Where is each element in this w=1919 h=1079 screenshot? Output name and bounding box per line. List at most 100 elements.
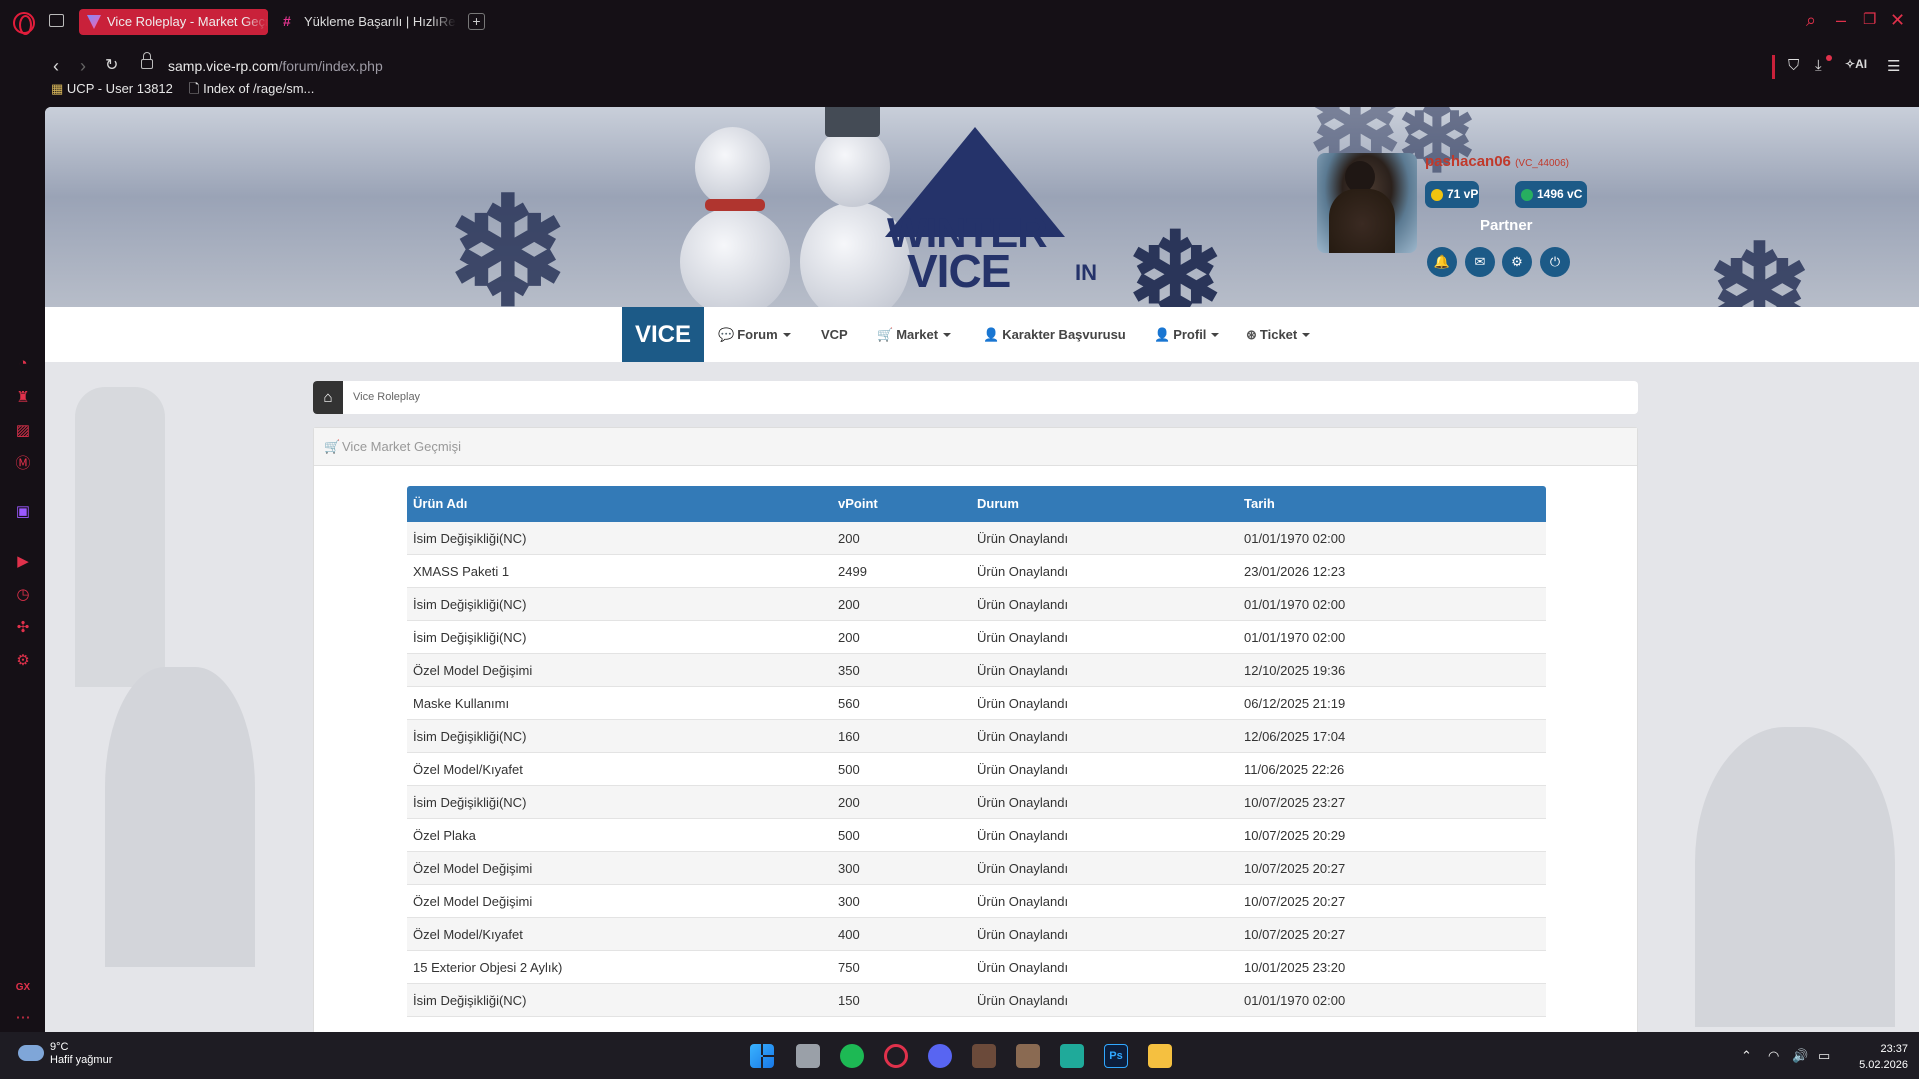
app-icon[interactable] (1060, 1044, 1084, 1068)
weather-widget[interactable]: 9°C Hafif yağmur (50, 1041, 112, 1067)
col-header-product: Ürün Adı (413, 496, 468, 511)
lighthouse-artwork (75, 387, 165, 687)
close-icon[interactable]: ✕ (1890, 10, 1905, 30)
cell-date: 01/01/1970 02:00 (1244, 597, 1346, 612)
download-icon[interactable]: ⤓ (1815, 57, 1822, 74)
opera-logo-icon[interactable] (13, 12, 35, 35)
col-header-date: Tarih (1244, 496, 1275, 511)
back-icon[interactable]: ‹ (53, 55, 59, 77)
username[interactable]: pashacan06 (VC_44006) (1425, 153, 1569, 170)
nav-vcp[interactable]: VCP (821, 307, 848, 362)
new-tab-button[interactable]: + (468, 13, 485, 30)
cell-status: Ürün Onaylandı (977, 630, 1069, 645)
forward-icon[interactable]: › (80, 55, 86, 77)
lock-icon (141, 52, 153, 69)
aria-ai-button[interactable]: ✧AI (1845, 57, 1867, 71)
spotify-icon[interactable] (840, 1044, 864, 1068)
extensions-icon[interactable]: ✣ (13, 618, 33, 638)
url-path: /forum/index.php (278, 58, 383, 74)
table-row: İsim Değişikliği(NC) 150 Ürün Onaylandı 01/… (407, 984, 1546, 1017)
game-app-icon[interactable] (1016, 1044, 1040, 1068)
brand-logo[interactable]: VICE (622, 307, 704, 362)
breadcrumb-link[interactable]: Vice Roleplay (353, 381, 420, 414)
cell-date: 10/07/2025 20:27 (1244, 894, 1346, 909)
nav-market[interactable]: 🛒 Market (877, 307, 952, 362)
cell-product: İsim Değişikliği(NC) (413, 993, 527, 1008)
table-row: İsim Değişikliği(NC) 200 Ürün Onaylandı 10/… (407, 786, 1546, 819)
logout-icon[interactable]: ⏻ (1540, 247, 1570, 277)
messenger-icon[interactable]: Ⓜ (13, 454, 33, 474)
table-row: Özel Model/Kıyafet 500 Ürün Onaylandı 11/06… (407, 753, 1546, 786)
nav-forum[interactable]: 💬 Forum (718, 307, 791, 362)
notifications-bell-icon[interactable]: 🔔 (1427, 247, 1457, 277)
settings-icon[interactable]: ⚙ (13, 651, 33, 671)
twitch-alt-icon[interactable]: ▨ (13, 421, 33, 441)
clock[interactable]: 23:37 5.02.2026 (1844, 1041, 1908, 1073)
workspaces-icon[interactable] (49, 14, 64, 27)
opera-gx-icon[interactable] (884, 1044, 908, 1068)
twitch-icon[interactable]: ▣ (13, 502, 33, 522)
settings-gear-icon[interactable]: ⚙ (1502, 247, 1532, 277)
vp-balance-badge[interactable]: 71 vP (1425, 181, 1479, 208)
wifi-icon[interactable]: ◠ (1768, 1048, 1779, 1064)
messages-envelope-icon[interactable]: ✉ (1465, 247, 1495, 277)
minimize-icon[interactable]: – (1836, 10, 1846, 30)
cell-product: 15 Exterior Objesi 2 Aylık) (413, 960, 563, 975)
tab-vice-roleplay[interactable]: Vice Roleplay - Market Geçmişi (79, 9, 268, 35)
history-icon[interactable]: ◷ (13, 585, 33, 605)
ai-label: AI (1855, 57, 1868, 71)
tab-hizliresim[interactable]: # Yükleme Başarılı | HızlıResim (276, 9, 456, 35)
url-field[interactable]: samp.vice-rp.com/forum/index.php (168, 55, 383, 77)
game-app-icon[interactable] (972, 1044, 996, 1068)
gx-control-icon[interactable]: ◔ (13, 354, 33, 374)
bookmarks-bar: ▦ UCP - User 13812 🗋 Index of /rage/sm..… (0, 81, 600, 97)
weather-cloud-icon[interactable] (18, 1045, 44, 1061)
cart-icon: 🛒 (324, 439, 341, 454)
windows-start-icon[interactable] (750, 1044, 774, 1068)
username-text: pashacan06 (1425, 153, 1511, 170)
home-icon[interactable]: ⌂ (313, 381, 343, 414)
bookmark-index[interactable]: 🗋 Index of /rage/sm... (189, 81, 314, 97)
cell-vpoint: 500 (838, 762, 860, 777)
table-row: Özel Model Değişimi 350 Ürün Onaylandı 12/1… (407, 654, 1546, 687)
cell-product: Maske Kullanımı (413, 696, 510, 711)
reload-icon[interactable]: ↻ (105, 55, 118, 77)
snowman-head (695, 127, 770, 207)
table-row: İsim Değişikliği(NC) 200 Ürün Onaylandı 01/… (407, 588, 1546, 621)
nav-karakter-basvurusu[interactable]: 👤 Karakter Başvurusu (983, 307, 1126, 362)
life-ring-icon: ⊛ (1246, 327, 1257, 342)
nav-ticket[interactable]: ⊛ Ticket (1246, 307, 1311, 362)
cell-vpoint: 200 (838, 531, 860, 546)
cell-status: Ürün Onaylandı (977, 762, 1069, 777)
avatar[interactable] (1317, 153, 1417, 253)
easy-setup-icon[interactable]: ☰ (1887, 57, 1900, 75)
nav-label: Ticket (1259, 327, 1298, 342)
search-tabs-icon[interactable]: ⌕ (1806, 10, 1816, 30)
cell-vpoint: 750 (838, 960, 860, 975)
cell-vpoint: 560 (838, 696, 860, 711)
screen: Vice Roleplay - Market Geçmişi # Yükleme… (0, 0, 1919, 1079)
cell-vpoint: 150 (838, 993, 860, 1008)
more-icon[interactable]: ⋯ (13, 1008, 33, 1028)
gx-corner-icon[interactable]: ♜ (13, 388, 33, 408)
cell-status: Ürün Onaylandı (977, 729, 1069, 744)
discord-icon[interactable] (928, 1044, 952, 1068)
restore-icon[interactable]: ❐ (1863, 10, 1876, 30)
bookmark-ucp[interactable]: ▦ UCP - User 13812 (51, 81, 173, 97)
volume-icon[interactable]: 🔊 (1792, 1048, 1808, 1064)
task-view-icon[interactable] (796, 1044, 820, 1068)
chevron-down-icon (782, 333, 791, 337)
account-icon[interactable]: ⛉ (1788, 57, 1799, 74)
cell-product: Özel Model Değişimi (413, 663, 533, 678)
nav-profil[interactable]: 👤 Profil (1154, 307, 1220, 362)
file-explorer-icon[interactable] (1148, 1044, 1172, 1068)
user-icon: 👤 (1154, 327, 1171, 342)
col-header-vpoint: vPoint (838, 496, 878, 511)
tray-chevron-icon[interactable]: ⌃ (1741, 1048, 1752, 1064)
player-icon[interactable]: ▶ (13, 552, 33, 572)
gx-label[interactable]: GX (13, 978, 33, 998)
photoshop-icon[interactable]: Ps (1104, 1044, 1128, 1068)
battery-icon[interactable]: ▭ (1818, 1048, 1830, 1064)
vc-balance-badge[interactable]: 1496 vC (1515, 181, 1587, 208)
url-host: samp.vice-rp.com (168, 58, 279, 74)
